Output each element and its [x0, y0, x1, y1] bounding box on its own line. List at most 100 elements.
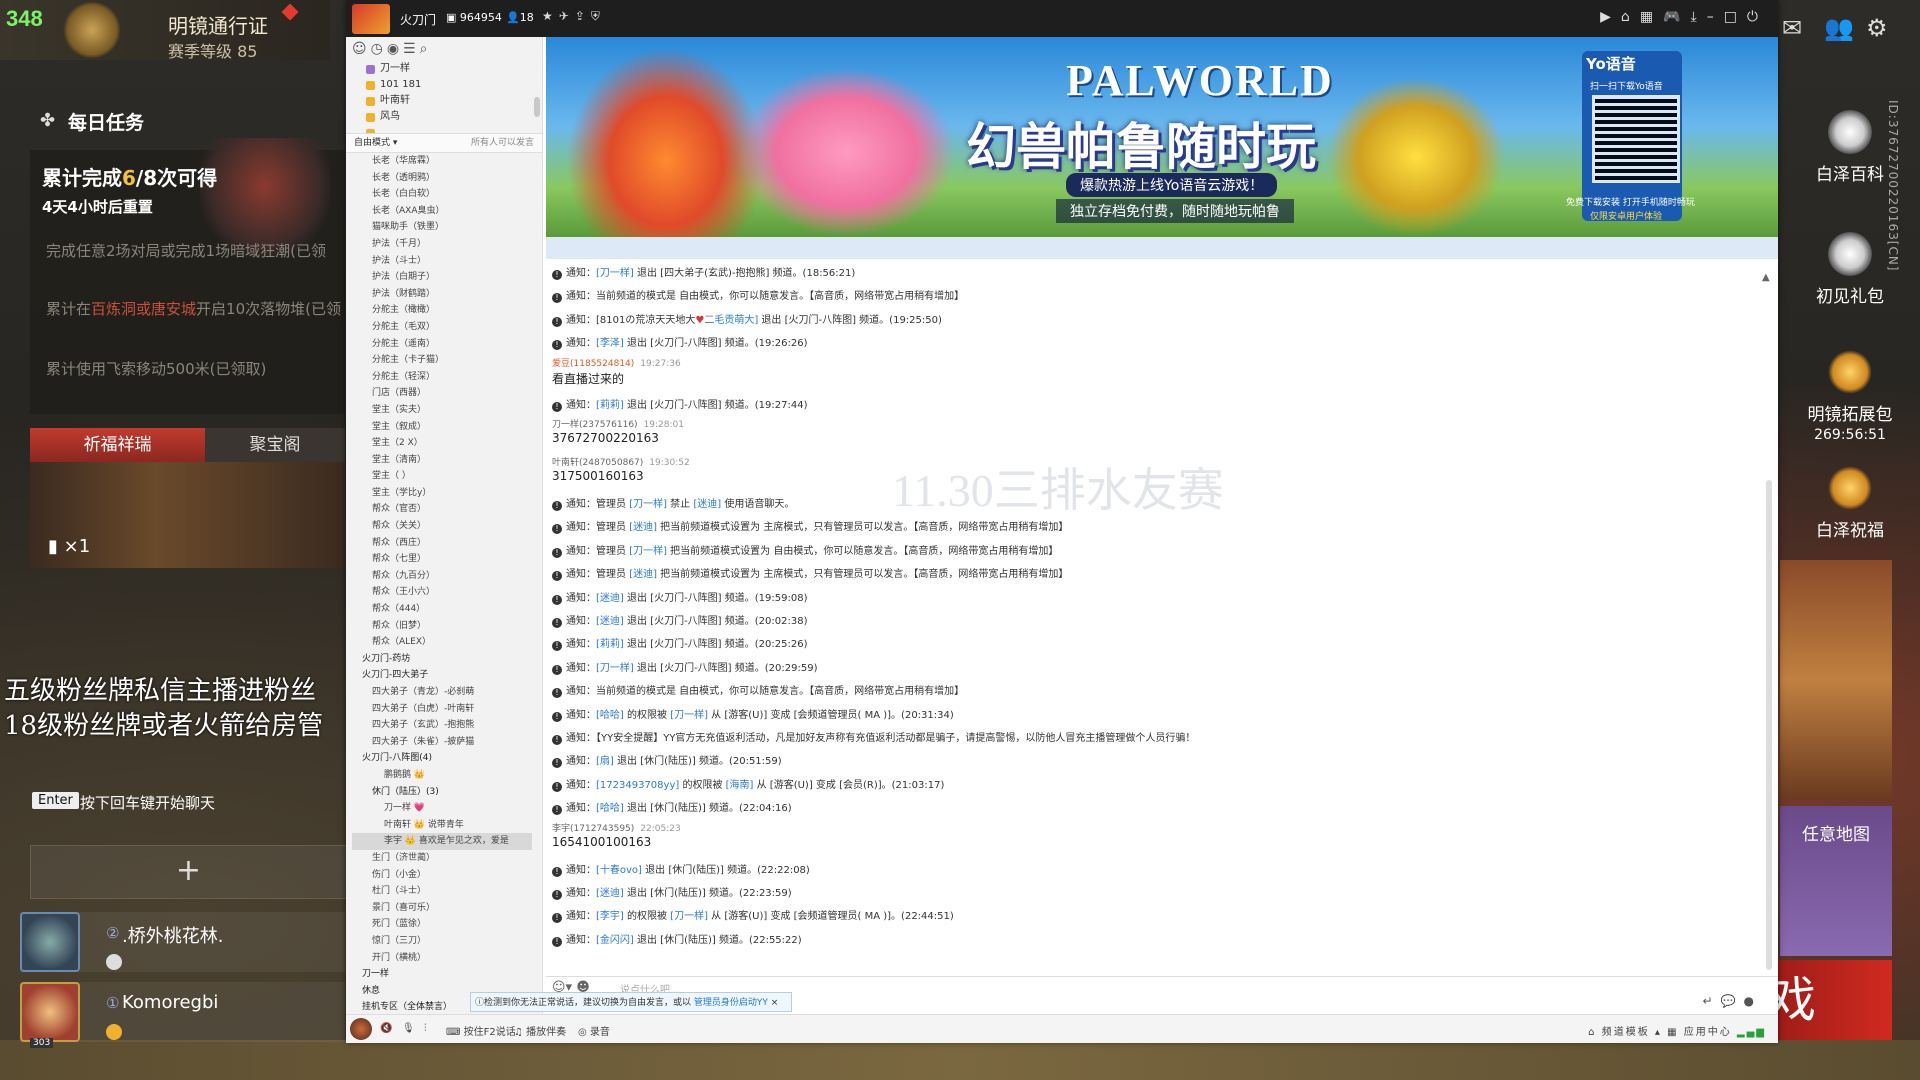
user-link[interactable]: [十春ovo] [596, 865, 642, 876]
mixer-icon[interactable]: ⫶ [424, 1023, 427, 1034]
user-link[interactable]: [扇] [596, 756, 614, 767]
user-link[interactable]: [刀一样] [629, 499, 667, 510]
user-link[interactable]: [李宇] [596, 911, 624, 922]
app-icon[interactable]: ▦ [1640, 9, 1663, 25]
team-member[interactable]: ② .桥外桃花林. [20, 912, 345, 972]
share-icon[interactable]: ⇪ [575, 9, 591, 23]
user-link[interactable]: [迷迪] [596, 888, 624, 899]
channel-tree-item[interactable]: 四大弟子（青龙）-必刹萌 [352, 684, 532, 701]
user-link[interactable]: [莉莉] [596, 639, 624, 650]
start-game-button[interactable]: 戏 [1760, 960, 1892, 1040]
channel-tree-item[interactable]: 帮众（七里） [352, 551, 532, 568]
power-icon[interactable]: ⏻ [1747, 9, 1768, 25]
task-item[interactable]: 完成任意2场对局或完成1场暗域狂潮(已领 [46, 240, 346, 261]
avatar[interactable] [350, 1018, 372, 1040]
maximize-icon[interactable]: □ [1724, 9, 1747, 25]
sender-name[interactable]: 叶南轩(2487050867) [552, 458, 643, 468]
gamepad-icon[interactable]: 🎮 [1663, 9, 1690, 25]
close-icon[interactable]: × [771, 998, 779, 1008]
channel-tree-item[interactable]: 分舵主（卡子猫） [352, 352, 532, 369]
channel-tree-item[interactable]: 开门（横桃） [352, 950, 532, 967]
side-entry-any-map[interactable]: 任意地图 [1786, 820, 1886, 845]
mic-icon[interactable]: ● [1744, 994, 1762, 1008]
list-item[interactable]: 叶南轩 [364, 93, 534, 109]
channel-tree-item[interactable]: 护法（斗士） [352, 253, 532, 270]
channel-tree-item[interactable]: 分舵主（毛双） [352, 319, 532, 336]
list-item[interactable]: 101 181 [364, 77, 534, 93]
channel-tree-item[interactable]: 帮众（官否） [352, 501, 532, 518]
mic-icon[interactable]: 🎙 [402, 1023, 415, 1034]
channel-tree-item[interactable]: 门店（西器） [352, 385, 532, 402]
user-icon[interactable]: ☺ [352, 41, 371, 57]
channel-tree-item[interactable]: 堂主（ ） [352, 468, 532, 485]
channel-tree-item[interactable]: 杜门（斗士） [352, 883, 532, 900]
user-link[interactable]: [迷迪] [629, 569, 657, 580]
channel-tree-item[interactable]: 休门（陆压）(3) [352, 784, 532, 801]
sender-name[interactable]: 爱豆(1185524814) [552, 359, 634, 369]
user-link[interactable]: [莉莉] [596, 400, 624, 411]
channel-tree-item[interactable]: 火刀门-药坊 [352, 651, 532, 668]
home-icon[interactable]: ⌂ [1621, 9, 1640, 25]
channel-tree-item[interactable]: 长老（AXA臭虫） [352, 203, 532, 220]
mail-icon[interactable]: ✉ [1782, 14, 1802, 42]
channel-tree-item[interactable]: 分舵主（橄橄） [352, 302, 532, 319]
task-item[interactable]: 累计使用飞索移动500米(已领取) [46, 358, 346, 379]
channel-tree-item[interactable]: 叶南轩 👑 说带青年 [352, 817, 532, 834]
tab-pray[interactable]: 祈福祥瑞 [30, 428, 205, 462]
channel-tree-item[interactable]: 分舵主（轻深） [352, 369, 532, 386]
channel-tree-item[interactable]: 刀一样 💗 [352, 800, 532, 817]
channel-tree-item[interactable]: 帮众（旧梦） [352, 618, 532, 635]
task-item[interactable]: 累计在百炼洞或唐安城开启10次落物堆(已领 [46, 298, 346, 319]
star-icon[interactable]: ★ [542, 9, 559, 23]
mode-select[interactable]: 自由模式 ▾ [354, 134, 397, 152]
user-link[interactable]: [1723493708yy] [596, 780, 679, 791]
home-icon[interactable]: ⌂ [1588, 1027, 1596, 1038]
shield-icon[interactable]: ⛨ [591, 9, 606, 23]
channel-tree-item[interactable]: 护法（财鹤踏） [352, 286, 532, 303]
play-accompaniment[interactable]: ♫ 播放伴奏 [514, 1023, 566, 1038]
friends-icon[interactable]: 👥 [1824, 14, 1854, 42]
side-entry-baize-blessing[interactable]: 白泽祝福 [1800, 466, 1900, 541]
team-member[interactable]: 303 ① Komoregbi [20, 982, 345, 1048]
channel-tree-item[interactable]: 长老（华席霖） [352, 153, 532, 170]
ad-banner[interactable]: PALWORLD 幻兽帕鲁随时玩 爆款热游上线Yo语音云游戏！ 独立存档免付费，… [546, 37, 1778, 237]
channel-tree-item[interactable]: 帮众（王小六） [352, 584, 532, 601]
speaker-icon[interactable]: 🔇 [380, 1023, 392, 1034]
channel-tree-item[interactable]: 帮众（九百分） [352, 568, 532, 585]
channel-tree-item[interactable]: 堂主（实夫） [352, 402, 532, 419]
channel-tree-item[interactable]: 伤门（小金） [352, 867, 532, 884]
user-link[interactable]: 二毛贡萌大] [704, 315, 758, 326]
list-item[interactable]: 刀一样 [364, 61, 534, 77]
user-link[interactable]: [迷迪] [596, 593, 624, 604]
side-entry-first-gift[interactable]: 初见礼包 [1800, 232, 1900, 307]
channel-tree-item[interactable]: 帮众（ALEX） [352, 634, 532, 651]
location-icon[interactable]: ◉ [387, 41, 403, 57]
tab-treasure[interactable]: 聚宝阁 [205, 428, 345, 462]
side-entry-expansion-pack[interactable]: 明镜拓展包 269:56:51 [1800, 350, 1900, 443]
channel-tree-item[interactable]: 堂主（叙成） [352, 419, 532, 436]
user-link[interactable]: [刀一样] [596, 268, 634, 279]
channel-tree-item[interactable]: 火刀门-四大弟子 [352, 667, 532, 684]
channel-tree-item[interactable]: 四大弟子（玄武）-抱抱熊 [352, 717, 532, 734]
search-icon[interactable]: ⌕ [420, 41, 432, 57]
channel-tree-item[interactable]: 景门（喜可乐） [352, 900, 532, 917]
pin-icon[interactable]: ▲ [1762, 272, 1770, 283]
user-link[interactable]: [哈哈] [596, 710, 624, 721]
history-icon[interactable]: ◷ [371, 41, 387, 57]
channel-tree-item[interactable]: 长老（透明鸦） [352, 170, 532, 187]
user-link[interactable]: [刀一样] [670, 911, 708, 922]
speak-mode-bar[interactable]: 自由模式 ▾ 所有人可以发言 [346, 133, 542, 153]
collapse-icon[interactable]: ⤓ [1690, 9, 1706, 25]
channel-tree-item[interactable]: 堂主（清南） [352, 452, 532, 469]
channel-tree-item[interactable]: 刀一样 [352, 966, 532, 983]
user-link[interactable]: [李泽] [596, 338, 624, 349]
sender-name[interactable]: 李宇(1712743595) [552, 824, 634, 834]
channel-tree-item[interactable]: 火刀门-八阵图(4) [352, 750, 532, 767]
channel-tree-item[interactable]: 李宇 👑 喜欢是乍见之欢，爱是 [352, 833, 532, 850]
user-link[interactable]: [迷迪] [596, 616, 624, 627]
channel-tree-item[interactable]: 帮众（444） [352, 601, 532, 618]
side-entry-baize-wiki[interactable]: 白泽百科 [1800, 110, 1900, 185]
channel-logo[interactable] [352, 4, 390, 34]
channel-tree-item[interactable]: 帮众（关关） [352, 518, 532, 535]
user-link[interactable]: [金闪闪] [596, 935, 634, 946]
